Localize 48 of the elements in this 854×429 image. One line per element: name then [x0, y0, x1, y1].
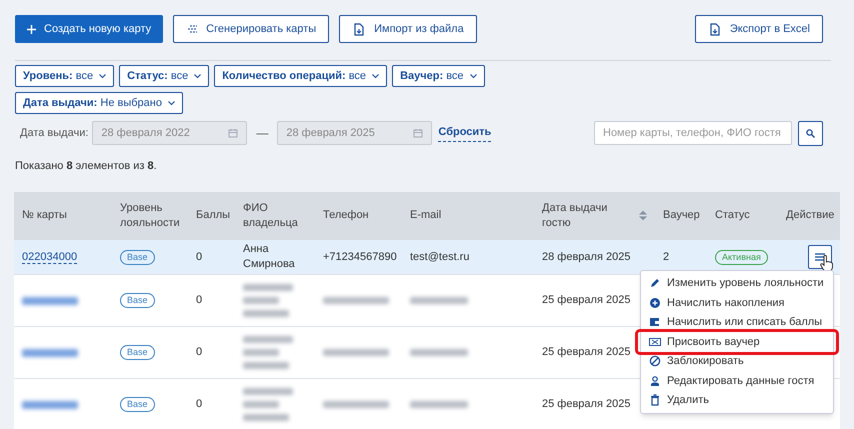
table-cell: 25 февраля 2025: [542, 346, 630, 358]
column-header: Действие: [786, 209, 834, 221]
table-cell: 0: [196, 250, 202, 262]
column-header: Баллы: [196, 209, 230, 221]
level-badge: Base: [120, 293, 155, 308]
create-card-button[interactable]: Создать новую карту: [15, 15, 164, 43]
column-header: № карты: [22, 209, 67, 221]
results-summary: Показано 8 элементов из 8.: [15, 159, 158, 174]
date-separator: —: [256, 125, 268, 142]
filter-dropdown[interactable]: Статус: все: [119, 65, 210, 87]
date-label: Дата выдачи:: [20, 126, 88, 141]
column-header: E-mail: [410, 209, 442, 221]
table-cell: 0: [196, 346, 202, 358]
column-header: Статус: [715, 209, 750, 221]
level-badge: Base: [120, 250, 155, 264]
table-cell: 28 февраля 2025: [542, 250, 630, 262]
menu-item[interactable]: Заблокировать: [641, 352, 833, 371]
column-header: Ваучер: [663, 209, 700, 221]
import-file-button[interactable]: Импорт из файла: [339, 15, 477, 43]
menu-item[interactable]: Удалить: [641, 390, 833, 410]
menu-item[interactable]: Присвоить ваучер: [638, 332, 836, 352]
status-badge: Активная: [715, 250, 768, 264]
table-row[interactable]: 022034000 Base 0 Анна Смирнова +71234567890 test@test.ru 28 февраля 2025 2 Активная: [14, 240, 840, 274]
filter-dropdown[interactable]: Ваучер: все: [392, 65, 485, 87]
level-badge: Base: [120, 397, 155, 412]
filter-dropdown[interactable]: Уровень: все: [15, 65, 114, 87]
table-cell: 25 февраля 2025: [542, 398, 630, 410]
reset-link[interactable]: Сбросить: [438, 124, 492, 142]
table-cell: 0: [196, 398, 202, 410]
table-cell: 2: [663, 250, 670, 262]
column-header[interactable]: Дата выдачи гостю: [542, 200, 629, 230]
table-cell: 25 февраля 2025: [542, 294, 630, 306]
column-header: Телефон: [323, 209, 369, 221]
card-number-link[interactable]: 022034000: [22, 250, 78, 264]
filter-dropdown[interactable]: Дата выдачи: Не выбрано: [15, 92, 183, 114]
menu-item[interactable]: Изменить уровень лояльности: [641, 274, 833, 293]
menu-item[interactable]: Начислить накопления: [641, 293, 833, 312]
search-field[interactable]: Номер карты, телефон, ФИО гостя: [594, 121, 792, 145]
table-cell: test@test.ru: [410, 250, 470, 262]
export-excel-button[interactable]: Экспорт в Excel: [694, 15, 823, 43]
generate-cards-button[interactable]: Сгенерировать карты: [173, 15, 330, 43]
table-cell-text: Анна Смирнова: [243, 242, 296, 272]
level-badge: Base: [120, 345, 155, 360]
table-cell: 0: [196, 294, 202, 306]
filter-dropdown[interactable]: Количество операций: все: [214, 65, 388, 87]
column-header: Уровень лояльности: [120, 202, 180, 228]
column-header: ФИО владельца: [243, 202, 298, 228]
table-cell: +71234567890: [323, 250, 397, 262]
